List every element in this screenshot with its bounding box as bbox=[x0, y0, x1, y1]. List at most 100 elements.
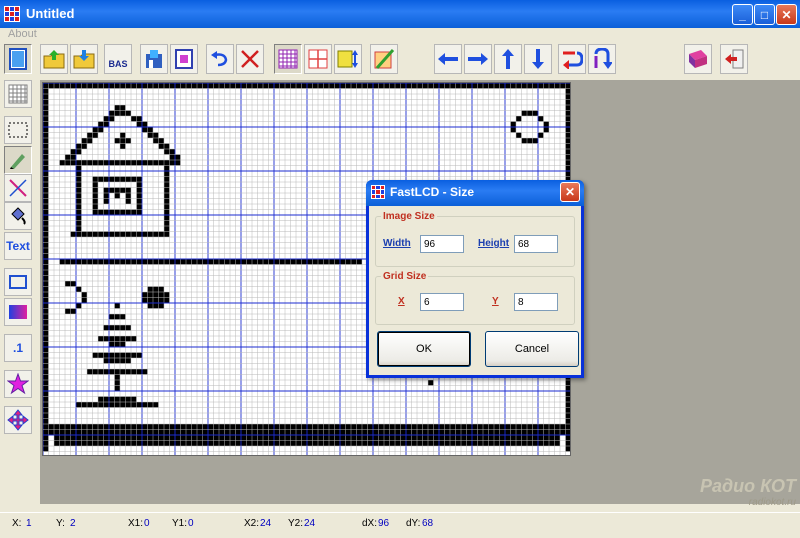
grid-icon bbox=[278, 49, 298, 69]
watermark-url: radiokot.ru bbox=[748, 497, 796, 508]
window-title: Untitled bbox=[26, 6, 75, 21]
clear-icon bbox=[241, 50, 259, 68]
status-dy-label: dY: bbox=[406, 518, 421, 529]
app-window: Untitled _ □ ✕ About BAS Text .1 Радио К… bbox=[0, 0, 800, 538]
resize-button[interactable] bbox=[334, 44, 362, 74]
shift-left-button[interactable] bbox=[434, 44, 462, 74]
gradient-tool[interactable] bbox=[4, 298, 32, 326]
dialog-close-button[interactable]: ✕ bbox=[560, 182, 580, 202]
menu-about[interactable]: About bbox=[8, 28, 37, 40]
export-button[interactable] bbox=[170, 44, 198, 74]
export-bas-label: BAS bbox=[108, 59, 128, 69]
image-size-legend: Image Size bbox=[383, 211, 435, 222]
new-file-button[interactable] bbox=[4, 44, 32, 74]
dot-tool[interactable]: .1 bbox=[4, 334, 32, 362]
line-icon bbox=[9, 179, 27, 197]
status-x-label: X: bbox=[12, 518, 22, 529]
arrow-down-icon bbox=[532, 49, 544, 69]
move-arrows-icon bbox=[7, 409, 29, 431]
fill-tool[interactable] bbox=[4, 202, 32, 230]
line-tool[interactable] bbox=[4, 174, 32, 202]
grid-x-input[interactable] bbox=[420, 293, 464, 311]
flip-vertical-button[interactable] bbox=[588, 44, 616, 74]
shift-up-button[interactable] bbox=[494, 44, 522, 74]
grid-y-input[interactable] bbox=[514, 293, 558, 311]
rectangle-tool[interactable] bbox=[4, 268, 32, 296]
gradient-icon bbox=[9, 305, 27, 319]
cancel-button[interactable]: Cancel bbox=[485, 331, 579, 367]
width-input[interactable] bbox=[420, 235, 464, 253]
grid-toggle-tool[interactable] bbox=[4, 80, 32, 108]
flip-horizontal-icon bbox=[563, 51, 583, 69]
watermark: Радио КОТ radiokot.ru bbox=[700, 476, 796, 516]
status-y2-label: Y2: bbox=[288, 518, 304, 529]
dialog-app-icon bbox=[371, 185, 385, 199]
import-button[interactable] bbox=[140, 44, 168, 74]
star-icon bbox=[7, 373, 29, 395]
grid-lines-icon bbox=[308, 49, 328, 69]
export-icon bbox=[175, 49, 193, 69]
arrow-left-icon bbox=[438, 53, 458, 65]
exit-icon bbox=[725, 49, 744, 69]
grid-toggle-icon bbox=[8, 84, 28, 104]
width-label: Width bbox=[383, 238, 411, 249]
grid-x-label: X bbox=[398, 296, 405, 307]
undo-button[interactable] bbox=[206, 44, 234, 74]
save-button[interactable] bbox=[70, 44, 98, 74]
grid-lines-button[interactable] bbox=[304, 44, 332, 74]
text-tool[interactable]: Text bbox=[4, 232, 32, 260]
maximize-button[interactable]: □ bbox=[754, 4, 775, 25]
open-button[interactable] bbox=[40, 44, 68, 74]
star-tool[interactable] bbox=[4, 370, 32, 398]
status-y-label: Y: bbox=[56, 518, 65, 529]
title-bar[interactable]: Untitled _ □ ✕ bbox=[0, 0, 800, 28]
help-book-icon bbox=[689, 50, 707, 68]
status-x2-value: 24 bbox=[260, 518, 272, 529]
grid-button[interactable] bbox=[274, 44, 302, 74]
shift-right-button[interactable] bbox=[464, 44, 492, 74]
status-y1-label: Y1: bbox=[172, 518, 188, 529]
export-bas-button[interactable]: BAS bbox=[104, 44, 132, 74]
paint-button[interactable] bbox=[370, 44, 398, 74]
ok-button[interactable]: OK bbox=[377, 331, 471, 367]
exit-button[interactable] bbox=[720, 44, 748, 74]
flip-horizontal-button[interactable] bbox=[558, 44, 586, 74]
status-bar: X: 1 Y: 2 X1: 0 Y1: 0 X2: 24 Y2: 24 dX: … bbox=[0, 512, 800, 538]
select-tool[interactable] bbox=[4, 116, 32, 144]
status-y2-value: 24 bbox=[304, 518, 316, 529]
resize-icon bbox=[337, 50, 358, 68]
status-x-value: 1 bbox=[26, 518, 32, 529]
height-input[interactable] bbox=[514, 235, 558, 253]
select-rect-icon bbox=[8, 122, 28, 138]
status-dy-value: 68 bbox=[422, 518, 434, 529]
arrow-right-icon bbox=[468, 53, 488, 65]
status-x1-label: X1: bbox=[128, 518, 144, 529]
new-file-icon bbox=[9, 48, 27, 70]
help-button[interactable] bbox=[684, 44, 712, 74]
open-folder-icon bbox=[43, 50, 65, 69]
minimize-button[interactable]: _ bbox=[732, 4, 753, 25]
status-y-value: 2 bbox=[70, 518, 76, 529]
text-tool-label: Text bbox=[6, 239, 30, 253]
status-x2-label: X2: bbox=[244, 518, 260, 529]
clear-button[interactable] bbox=[236, 44, 264, 74]
move-tool[interactable] bbox=[4, 406, 32, 434]
close-button[interactable]: ✕ bbox=[776, 4, 797, 25]
dot-tool-label: .1 bbox=[12, 341, 23, 355]
dialog-title: FastLCD - Size bbox=[390, 185, 475, 199]
grid-y-label: Y bbox=[492, 296, 499, 307]
arrow-up-icon bbox=[502, 49, 514, 69]
paint-bucket-icon bbox=[11, 207, 26, 225]
save-folder-icon bbox=[73, 50, 95, 69]
import-icon bbox=[146, 50, 162, 68]
undo-icon bbox=[211, 51, 228, 67]
shift-down-button[interactable] bbox=[524, 44, 552, 74]
height-label: Height bbox=[478, 238, 510, 249]
pencil-tool[interactable] bbox=[4, 146, 32, 174]
dialog-title-bar[interactable]: FastLCD - Size ✕ bbox=[366, 180, 584, 206]
size-dialog: FastLCD - Size ✕ Image Size Width Height… bbox=[366, 180, 584, 378]
left-toolbar: Text .1 bbox=[0, 78, 36, 508]
paint-icon bbox=[374, 49, 395, 69]
flip-vertical-icon bbox=[594, 48, 612, 69]
status-dx-label: dX: bbox=[362, 518, 378, 529]
